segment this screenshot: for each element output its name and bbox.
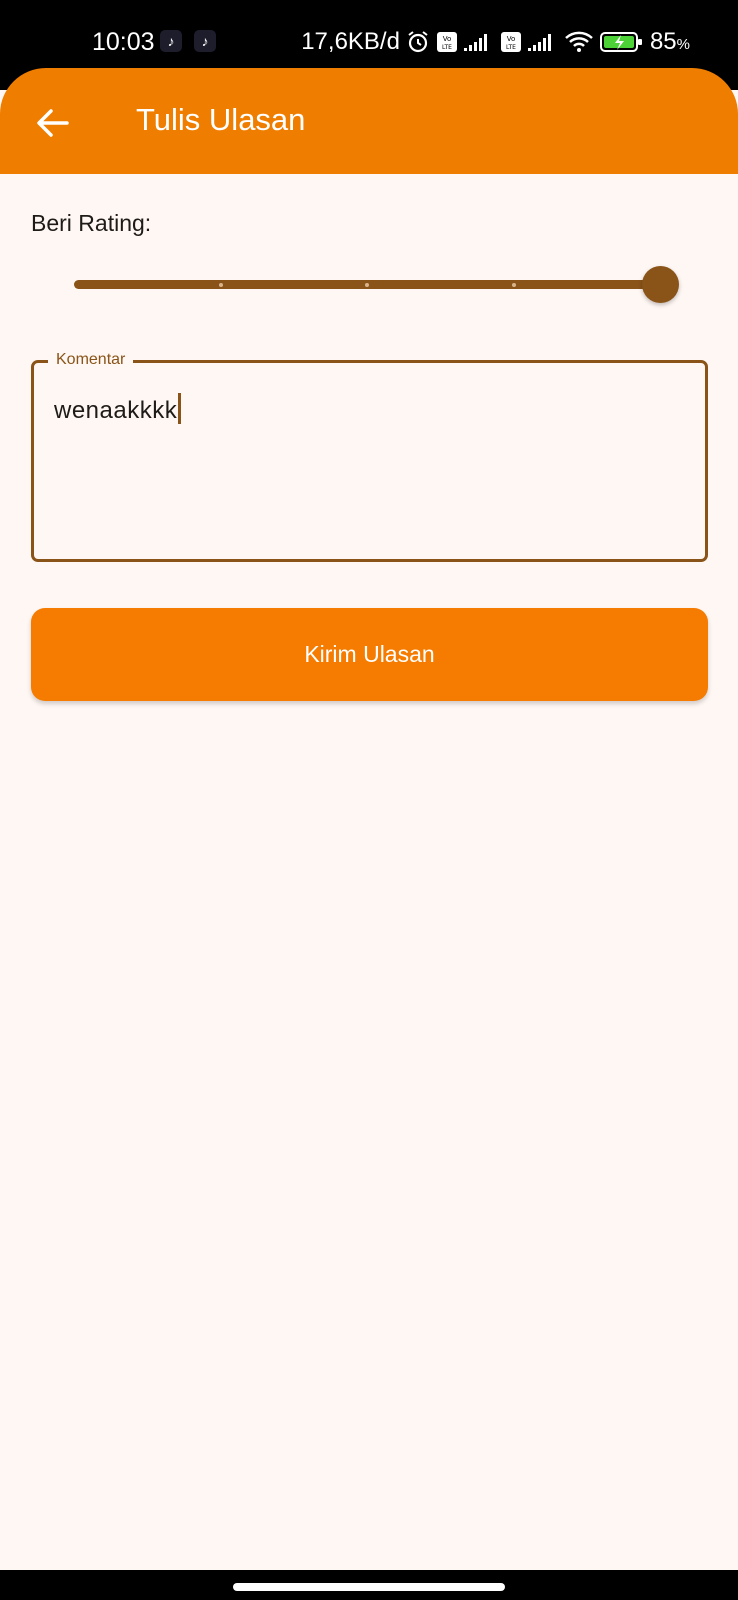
slider-tick: [218, 283, 223, 287]
tiktok-icon: ♪: [194, 30, 216, 52]
status-time: 10:03: [92, 28, 155, 56]
svg-text:Vo: Vo: [443, 35, 452, 43]
signal-icon: [463, 32, 494, 52]
comment-field[interactable]: Komentar wenaakkkk: [31, 351, 708, 562]
slider-tick: [511, 283, 516, 287]
alarm-icon: [406, 30, 430, 54]
network-speed: 17,6KB/d: [301, 28, 400, 55]
status-indicators: 17,6KB/d Vo LTE Vo LTE 85%: [301, 28, 690, 56]
volte-icon: Vo LTE: [500, 31, 522, 53]
arrow-left-icon: [37, 109, 69, 137]
rating-slider[interactable]: [74, 266, 680, 304]
svg-text:LTE: LTE: [506, 44, 516, 51]
app-bar: Tulis Ulasan: [0, 68, 738, 174]
rating-label: Beri Rating:: [31, 210, 152, 236]
text-caret: [178, 393, 182, 424]
home-indicator[interactable]: [233, 1583, 505, 1591]
wifi-icon: [564, 30, 594, 54]
tiktok-icon: ♪: [160, 30, 182, 52]
slider-thumb[interactable]: [642, 266, 679, 303]
svg-text:Vo: Vo: [507, 35, 516, 43]
volte-icon: Vo LTE: [436, 31, 458, 53]
battery-charging-icon: [599, 30, 644, 54]
slider-tick: [365, 283, 369, 287]
comment-input[interactable]: wenaakkkk: [54, 393, 182, 425]
comment-label: Komentar: [48, 351, 134, 369]
page-title: Tulis Ulasan: [136, 102, 306, 137]
battery-percent: 85%: [649, 28, 690, 55]
signal-icon: [527, 32, 558, 52]
comment-text: wenaakkkk: [54, 397, 178, 424]
screen: 10:03 ♪ ♪ 17,6KB/d Vo LTE Vo LTE 85% Tul…: [0, 0, 738, 1600]
submit-review-button[interactable]: Kirim Ulasan: [31, 608, 708, 701]
back-button[interactable]: [30, 100, 76, 146]
navigation-bar: [0, 1570, 738, 1600]
svg-text:LTE: LTE: [442, 44, 452, 51]
